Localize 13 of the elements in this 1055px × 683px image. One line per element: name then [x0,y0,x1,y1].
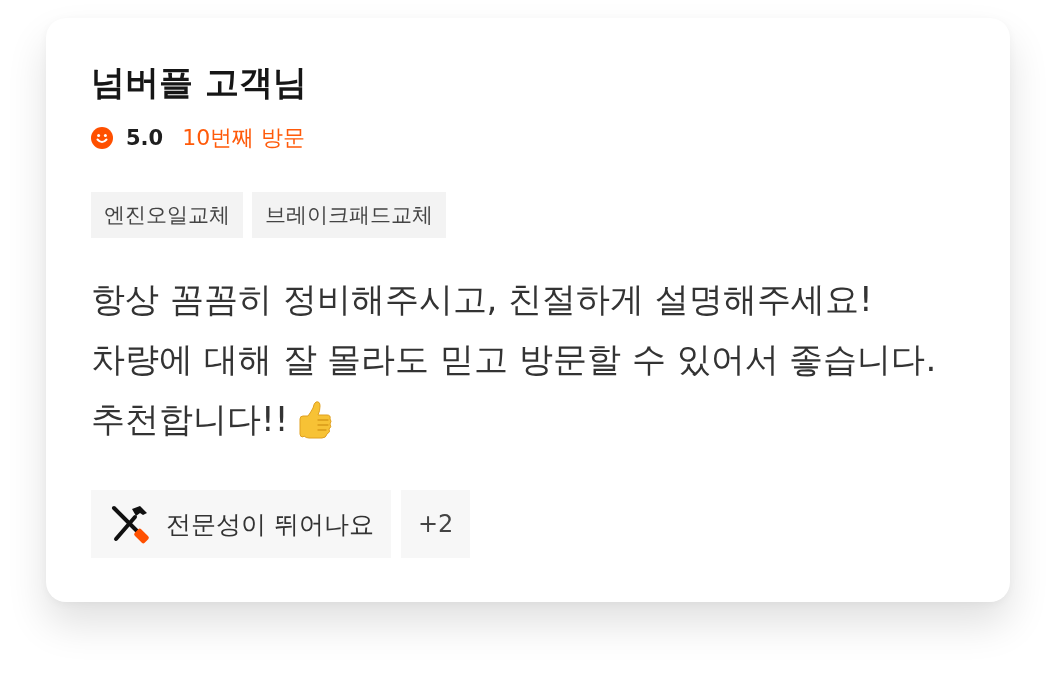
review-text: 추천합니다!! [91,398,289,441]
review-text: 항상 꼼꼼히 정비해주시고, 친절하게 설명해주세요! [91,278,873,321]
keyword-label: 전문성이 뛰어나요 [166,508,374,541]
visit-count: 10번째 방문 [182,124,306,152]
review-text: 차량에 대해 잘 몰라도 믿고 방문할 수 있어서 좋습니다. [91,338,937,381]
thumbs-up-icon [296,400,335,440]
tools-icon [110,503,152,545]
service-tag: 엔진오일교체 [91,192,243,238]
rating-score: 5.0 [126,126,164,150]
service-tag: 브레이크패드교체 [252,192,446,238]
smiley-icon [91,127,113,149]
customer-name: 넘버플 고객님 [91,61,308,104]
more-keywords-count[interactable]: +2 [400,490,471,558]
